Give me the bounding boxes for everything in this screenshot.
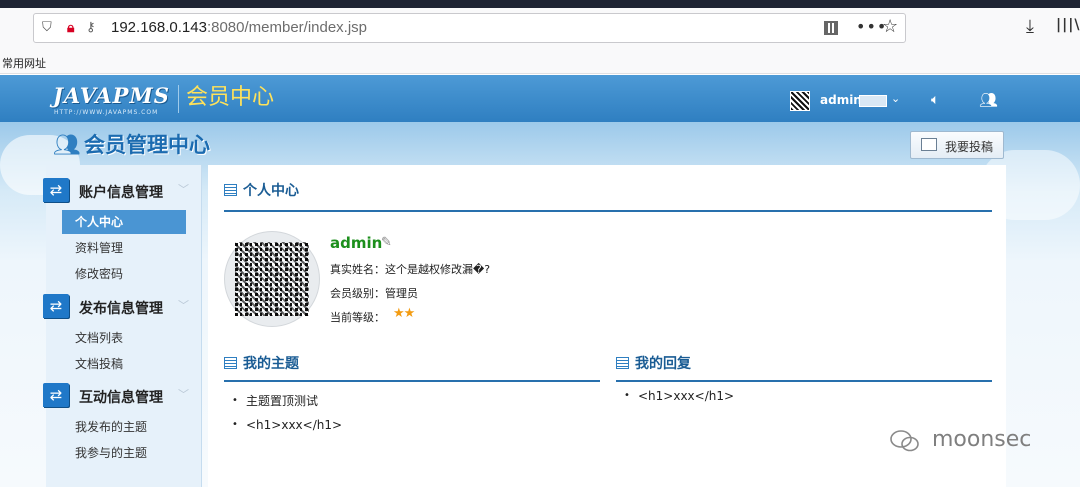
sidebar-group-label: 账户信息管理 (79, 185, 163, 201)
sidebar-item-joined-topics[interactable]: 我参与的主题 (62, 441, 186, 465)
key-icon[interactable]: ⚷ (86, 19, 96, 37)
url-path: :8080/member/index.jsp (206, 19, 368, 36)
profile-section-label: 个人中心 (243, 183, 299, 199)
member-level-row: 会员级别：管理员 (330, 285, 418, 301)
site-header: JAVAPMS HTTP://WWW.JAVAPMS.COM 会员中心 admi… (0, 75, 1080, 122)
real-name-label: 真实姓名： (330, 263, 385, 276)
list-item[interactable]: 主题置顶测试 (230, 389, 590, 413)
member-level-value: 管理员 (385, 287, 418, 300)
chevron-down-icon[interactable]: ﹀ (178, 297, 189, 313)
sidebar-group-label: 发布信息管理 (79, 301, 163, 317)
library-icon[interactable]: |||\ (1056, 17, 1080, 33)
download-icon[interactable]: ⤓ (1026, 16, 1034, 37)
my-topics-list: 主题置顶测试 <h1>xxx</h1> (230, 389, 590, 437)
my-replies-list: <h1>xxx</h1> (622, 384, 982, 408)
speaker-icon[interactable]: 🔈︎ (931, 92, 939, 108)
rank-label: 当前等级： (330, 311, 385, 324)
page-title: 会员管理中心 (84, 133, 210, 157)
rank-row: 当前等级： (330, 309, 385, 325)
sidebar-item-manage-info[interactable]: 资料管理 (62, 236, 186, 260)
real-name-value: 这个是越权修改漏�? (385, 263, 491, 276)
section-divider (224, 210, 992, 212)
sidebar-item-document-submit[interactable]: 文档投稿 (62, 352, 186, 376)
submit-post-label: 我要投稿 (945, 140, 994, 154)
sidebar-group-label: 互动信息管理 (79, 390, 163, 406)
sidebar-group-interaction[interactable]: ⇄ 互动信息管理 ﹀ (43, 381, 202, 411)
chevron-down-icon[interactable]: ﹀ (178, 386, 189, 402)
main-content (208, 165, 1006, 487)
user-name[interactable]: admin (820, 93, 862, 107)
site-logo[interactable]: JAVAPMS (53, 83, 170, 108)
sidebar-item-change-password[interactable]: 修改密码 (62, 262, 186, 286)
logo-divider (178, 85, 179, 113)
profile-section-title: 个人中心 (224, 181, 299, 201)
user-badge-icon (859, 95, 887, 107)
submit-post-button[interactable]: 我要投稿 (910, 131, 1004, 159)
wechat-icon (890, 430, 919, 452)
calendar-icon (224, 357, 237, 369)
section-divider (616, 380, 992, 382)
profile-username: admin (330, 234, 383, 252)
sidebar-item-profile[interactable]: 个人中心 (62, 210, 186, 234)
chevron-down-icon[interactable]: ﹀ (178, 181, 189, 197)
watermark-text: moonsec (932, 427, 1032, 452)
calendar-icon (224, 184, 237, 196)
sidebar-group-publish[interactable]: ⇄ 发布信息管理 ﹀ (43, 292, 202, 322)
section-divider (224, 380, 600, 382)
url-text[interactable]: 192.168.0.143:8080/member/index.jsp (111, 18, 367, 38)
member-center-title: 会员中心 (186, 85, 275, 110)
swap-arrows-icon: ⇄ (43, 178, 69, 202)
sidebar: ⇄ 账户信息管理 ﹀ 个人中心 资料管理 修改密码 ⇄ 发布信息管理 ﹀ 文档列… (43, 165, 202, 487)
bookmarks-bar: 常用网址 (0, 52, 1080, 74)
real-name-row: 真实姓名：这个是越权修改漏�? (330, 261, 490, 277)
tab-strip (0, 0, 1080, 8)
sidebar-item-my-topics[interactable]: 我发布的主题 (62, 415, 186, 439)
my-topics-label: 我的主题 (243, 356, 299, 372)
swap-arrows-icon: ⇄ (43, 383, 69, 407)
user-avatar[interactable] (790, 91, 810, 111)
qr-code-overlay (235, 242, 309, 316)
members-icon: 👥︎ (53, 133, 81, 158)
sidebar-group-account[interactable]: ⇄ 账户信息管理 ﹀ (43, 176, 202, 206)
my-replies-label: 我的回复 (635, 356, 691, 372)
calendar-icon (616, 357, 629, 369)
list-item[interactable]: <h1>xxx</h1> (622, 384, 982, 408)
my-topics-title: 我的主题 (224, 354, 299, 374)
my-replies-title: 我的回复 (616, 354, 691, 374)
list-item[interactable]: <h1>xxx</h1> (230, 413, 590, 437)
rank-stars: ★★ (393, 306, 415, 321)
swap-arrows-icon: ⇄ (43, 294, 69, 318)
address-bar[interactable]: ⛉ 🔒︎ ⚷ 192.168.0.143:8080/member/index.j… (33, 13, 906, 43)
chevron-down-icon[interactable]: ⌄ (891, 92, 900, 105)
pencil-icon[interactable]: ✎ (381, 235, 392, 250)
site-logo-url: HTTP://WWW.JAVAPMS.COM (54, 109, 159, 116)
shield-icon[interactable]: ⛉ (42, 20, 56, 36)
qr-code-icon[interactable] (824, 21, 838, 35)
bookmark-folder[interactable]: 常用网址 (2, 55, 46, 71)
users-icon[interactable]: 👥︎ (979, 91, 998, 109)
url-host: 192.168.0.143 (111, 19, 207, 36)
sidebar-item-document-list[interactable]: 文档列表 (62, 326, 186, 350)
bookmark-star-icon[interactable]: ☆ (882, 16, 898, 38)
document-icon (921, 138, 937, 151)
member-level-label: 会员级别： (330, 287, 385, 300)
profile-avatar[interactable] (224, 231, 320, 327)
browser-toolbar: ⛉ 🔒︎ ⚷ 192.168.0.143:8080/member/index.j… (0, 0, 1080, 52)
insecure-lock-icon[interactable]: 🔒︎ (67, 19, 81, 37)
